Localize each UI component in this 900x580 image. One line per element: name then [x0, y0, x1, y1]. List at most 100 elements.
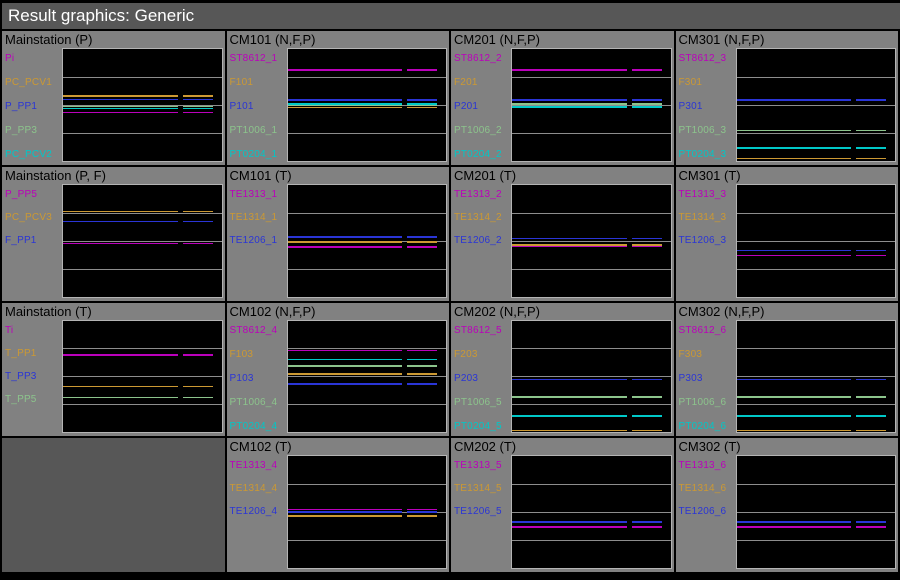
panel-body: TE1313_3TE1314_3TE1206_3 [676, 184, 899, 301]
trace-green [512, 396, 627, 398]
gridline [63, 77, 222, 78]
panel-title: CM301 (T) [676, 167, 899, 184]
panel-body: ST8612_6F303P303PT1006_6PT0204_6 [676, 320, 899, 437]
trace-magenta [407, 350, 437, 352]
panel-mainstation-t: Mainstation (T) TiT_PP1T_PP3T_PP5 [2, 303, 225, 437]
gridline [737, 269, 896, 270]
panel-body: P_PP5PC_PCV3F_PP1 [2, 184, 225, 301]
chart-area [511, 48, 672, 162]
trace-orange [407, 107, 437, 109]
trace-magenta [183, 112, 213, 114]
panel-body: ST8612_2F201P201PT1006_2PT0204_2 [451, 48, 674, 165]
trace-blue [407, 511, 437, 513]
trace-blue [737, 99, 852, 101]
gridline [737, 133, 896, 134]
gridline [737, 241, 896, 242]
signal-label: P103 [230, 373, 254, 384]
gridline [63, 376, 222, 377]
trace-magenta [512, 526, 627, 528]
gridline [63, 404, 222, 405]
chart-area [736, 184, 897, 298]
gridline [512, 133, 671, 134]
trace-orange [183, 211, 213, 213]
signal-label: TE1313_3 [679, 189, 727, 200]
trace-blue [632, 521, 662, 523]
chart-area [511, 455, 672, 569]
trace-green [737, 130, 852, 132]
trace-magenta [737, 255, 852, 257]
signal-label: T_PP1 [5, 348, 37, 359]
trace-magenta [632, 69, 662, 71]
window-title-bar[interactable]: Result graphics: Generic [2, 3, 900, 29]
chart-area [511, 320, 672, 434]
trace-blue [512, 521, 627, 523]
gridline [512, 484, 671, 485]
panel-title: Mainstation (T) [2, 303, 225, 320]
panel-title: CM302 (T) [676, 438, 899, 455]
signal-label: TE1206_5 [454, 506, 502, 517]
signal-label: P_PP1 [5, 101, 37, 112]
signal-label: PT1006_4 [230, 397, 278, 408]
panel-body: TE1313_5TE1314_5TE1206_5 [451, 455, 674, 572]
signal-label: F_PP1 [5, 235, 37, 246]
gridline [737, 512, 896, 513]
panel-cm102-n-f-p: CM102 (N,F,P) ST8612_4F103P103PT1006_4PT… [227, 303, 450, 437]
trace-orange [63, 386, 178, 388]
signal-label-gutter: ST8612_1F101P101PT1006_1PT0204_1 [227, 48, 287, 165]
signal-label: ST8612_5 [454, 325, 502, 336]
signal-label: TE1313_6 [679, 460, 727, 471]
trace-cyan [737, 147, 852, 149]
trace-cyan [512, 106, 627, 108]
trace-orange [856, 430, 886, 432]
gridline [63, 213, 222, 214]
trace-green [856, 396, 886, 398]
signal-label: PT1006_5 [454, 397, 502, 408]
window-title: Result graphics: Generic [8, 6, 194, 25]
signal-label-gutter: P_PP5PC_PCV3F_PP1 [2, 184, 62, 301]
trace-blue [288, 236, 403, 238]
trace-blue [288, 99, 403, 101]
trace-magenta [737, 526, 852, 528]
trace-green [63, 397, 178, 399]
gridline [288, 213, 447, 214]
trace-magenta [63, 112, 178, 114]
trace-green [407, 365, 437, 367]
signal-label: Pi [5, 53, 14, 64]
signal-label-gutter: TE1313_2TE1314_2TE1206_2 [451, 184, 511, 301]
gridline [737, 213, 896, 214]
trace-orange [407, 515, 437, 517]
trace-magenta [856, 255, 886, 257]
chart-area [736, 455, 897, 569]
trace-magenta [288, 69, 403, 71]
gridline [512, 241, 671, 242]
panel-body: TE1313_6TE1314_6TE1206_6 [676, 455, 899, 572]
trace-cyan [183, 108, 213, 110]
signal-label: ST8612_1 [230, 53, 278, 64]
panel-cm201-n-f-p: CM201 (N,F,P) ST8612_2F201P201PT1006_2PT… [451, 31, 674, 165]
panel-title: CM101 (T) [227, 167, 450, 184]
trace-cyan [512, 415, 627, 417]
trace-blue [407, 236, 437, 238]
signal-label-gutter: TiT_PP1T_PP3T_PP5 [2, 320, 62, 437]
trace-blue [632, 379, 662, 381]
signal-label: P_PP3 [5, 125, 37, 136]
signal-label: PT0204_6 [679, 421, 727, 432]
gridline [288, 404, 447, 405]
panel-mainstation-p-f: Mainstation (P, F) P_PP5PC_PCV3F_PP1 [2, 167, 225, 301]
signal-label: TE1314_5 [454, 483, 502, 494]
panel-cm301-t: CM301 (T) TE1313_3TE1314_3TE1206_3 [676, 167, 899, 301]
gridline [63, 348, 222, 349]
gridline [737, 376, 896, 377]
panel-body: TE1313_4TE1314_4TE1206_4 [227, 455, 450, 572]
trace-blue [632, 99, 662, 101]
panel-title: CM202 (N,F,P) [451, 303, 674, 320]
trace-magenta [288, 246, 403, 248]
signal-label: PT0204_2 [454, 149, 502, 160]
gridline [737, 77, 896, 78]
panel-title: CM102 (N,F,P) [227, 303, 450, 320]
panel-cm301-n-f-p: CM301 (N,F,P) ST8612_3F301P301PT1006_3PT… [676, 31, 899, 165]
trace-orange [288, 515, 403, 517]
trace-blue [512, 238, 627, 240]
signal-label: F203 [454, 349, 478, 360]
trace-cyan [407, 359, 437, 361]
